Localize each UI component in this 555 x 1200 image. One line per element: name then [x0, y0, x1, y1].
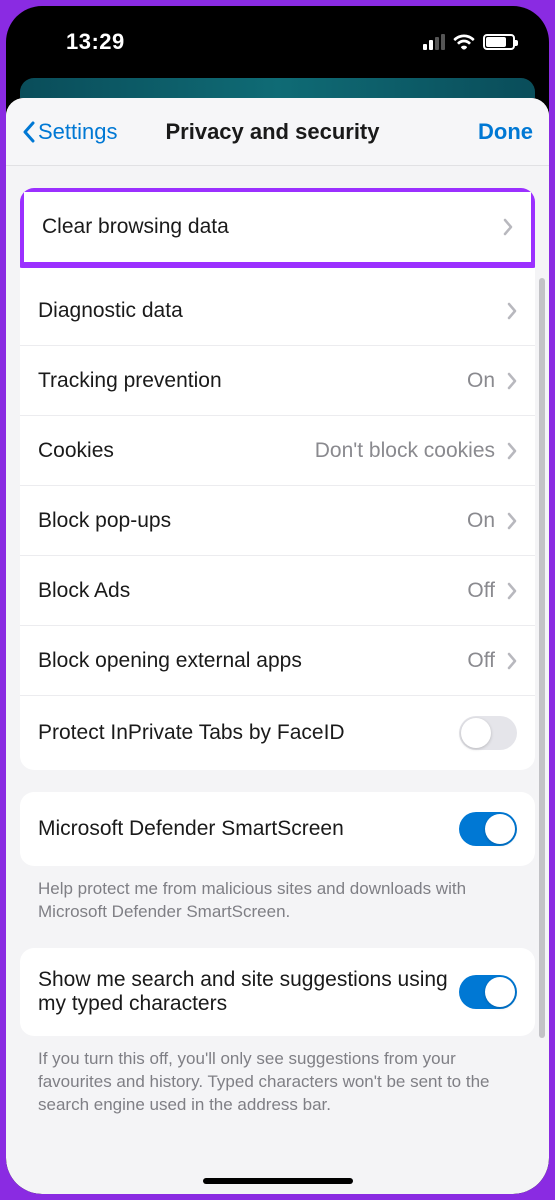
settings-group-search-suggest: Show me search and site suggestions usin… — [20, 948, 535, 1036]
toggle-protect-inprivate[interactable] — [459, 716, 517, 750]
row-label: Block opening external apps — [38, 649, 467, 673]
settings-group-smartscreen: Microsoft Defender SmartScreen — [20, 792, 535, 866]
row-label: Diagnostic data — [38, 299, 507, 323]
background-card-peek — [20, 78, 535, 98]
scrollbar[interactable] — [539, 278, 545, 1038]
row-value: On — [467, 369, 495, 393]
chevron-right-icon — [507, 372, 517, 390]
row-protect-inprivate: Protect InPrivate Tabs by FaceID — [20, 696, 535, 770]
settings-sheet: Settings Privacy and security Done Clear… — [6, 98, 549, 1194]
cellular-icon — [423, 34, 445, 50]
footer-search-suggest: If you turn this off, you'll only see su… — [20, 1048, 535, 1117]
row-value: On — [467, 509, 495, 533]
row-block-popups[interactable]: Block pop-ups On — [20, 486, 535, 556]
row-label: Clear browsing data — [42, 215, 503, 239]
row-label: Tracking prevention — [38, 369, 467, 393]
toggle-smartscreen[interactable] — [459, 812, 517, 846]
row-tracking-prevention[interactable]: Tracking prevention On — [20, 346, 535, 416]
chevron-right-icon — [507, 652, 517, 670]
row-diagnostic-data[interactable]: Diagnostic data — [20, 276, 535, 346]
device-frame: 13:29 Settings Privacy and security Done — [6, 6, 549, 1194]
row-label: Microsoft Defender SmartScreen — [38, 817, 459, 841]
page-title: Privacy and security — [72, 119, 473, 145]
chevron-right-icon — [503, 218, 513, 236]
chevron-right-icon — [507, 512, 517, 530]
footer-smartscreen: Help protect me from malicious sites and… — [20, 878, 535, 924]
status-bar: 13:29 — [6, 6, 549, 78]
content-scroll[interactable]: Clear browsing data Diagnostic data Trac… — [6, 166, 549, 1194]
row-search-suggestions: Show me search and site suggestions usin… — [20, 948, 535, 1036]
battery-icon — [483, 34, 515, 50]
toggle-search-suggestions[interactable] — [459, 975, 517, 1009]
row-clear-browsing-data[interactable]: Clear browsing data — [24, 192, 531, 262]
row-block-ads[interactable]: Block Ads Off — [20, 556, 535, 626]
row-block-external-apps[interactable]: Block opening external apps Off — [20, 626, 535, 696]
row-value: Off — [467, 649, 495, 673]
done-button[interactable]: Done — [473, 119, 533, 145]
nav-bar: Settings Privacy and security Done — [6, 98, 549, 166]
chevron-right-icon — [507, 442, 517, 460]
row-value: Off — [467, 579, 495, 603]
wifi-icon — [453, 34, 475, 50]
row-cookies[interactable]: Cookies Don't block cookies — [20, 416, 535, 486]
row-label: Protect InPrivate Tabs by FaceID — [38, 721, 459, 745]
row-smartscreen: Microsoft Defender SmartScreen — [20, 792, 535, 866]
row-label: Block pop-ups — [38, 509, 467, 533]
row-value: Don't block cookies — [315, 439, 495, 463]
status-time: 13:29 — [66, 29, 125, 55]
highlight-annotation: Clear browsing data — [20, 188, 535, 268]
chevron-right-icon — [507, 582, 517, 600]
settings-group-1: Clear browsing data Diagnostic data Trac… — [20, 188, 535, 770]
chevron-right-icon — [507, 302, 517, 320]
status-icons — [423, 34, 515, 50]
row-label: Show me search and site suggestions usin… — [38, 968, 459, 1016]
home-indicator[interactable] — [203, 1178, 353, 1184]
row-label: Block Ads — [38, 579, 467, 603]
row-label: Cookies — [38, 439, 315, 463]
